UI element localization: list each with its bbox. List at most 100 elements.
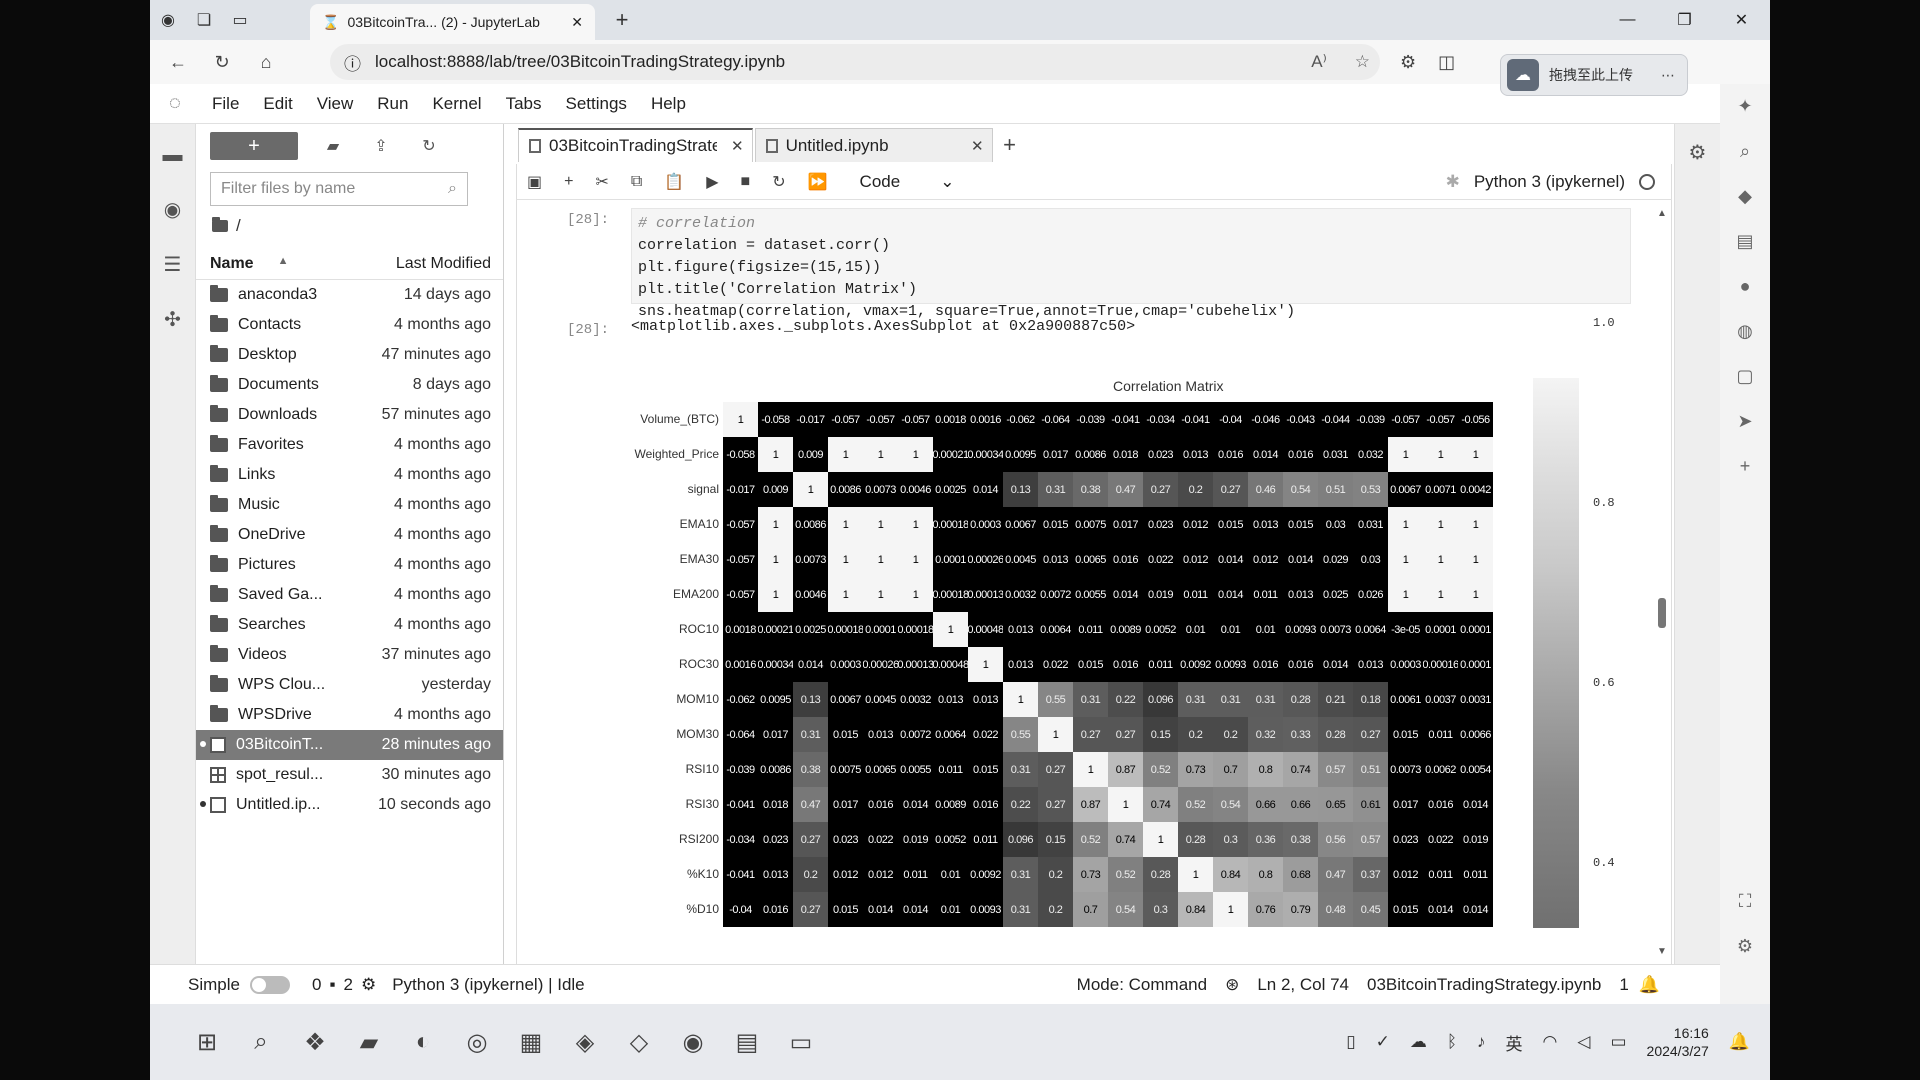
battery-icon[interactable]: ▭ <box>1610 1032 1626 1052</box>
games-icon[interactable]: ◍ <box>1737 321 1753 342</box>
browser-tab-active[interactable]: ⌛ 03BitcoinTra... (2) - JupyterLab ✕ <box>310 4 595 40</box>
file-explorer-icon[interactable]: ▰ <box>342 1015 396 1069</box>
microphone-icon[interactable]: ♪ <box>1477 1032 1486 1052</box>
split-screen-icon[interactable]: ◫ <box>1438 52 1455 73</box>
wifi-icon[interactable]: ◠ <box>1543 1032 1558 1052</box>
profile-icon[interactable]: ◉ <box>150 0 186 40</box>
cursor-position[interactable]: Ln 2, Col 74 <box>1257 975 1349 995</box>
outlook-icon[interactable]: ▢ <box>1736 366 1753 387</box>
close-icon[interactable]: ✕ <box>731 137 744 155</box>
start-windows-icon[interactable]: ⊞ <box>180 1015 234 1069</box>
user-icon[interactable]: ● <box>1740 276 1751 297</box>
close-tab-icon[interactable]: ✕ <box>571 14 583 31</box>
new-launcher-tab-button[interactable]: + <box>995 128 1025 162</box>
file-row[interactable]: Music 4 months ago <box>196 490 503 520</box>
menu-view[interactable]: View <box>305 94 366 114</box>
extensions-icon[interactable]: ⚙ <box>1400 52 1416 73</box>
check-icon[interactable]: ✓ <box>1376 1032 1390 1052</box>
kernel-name[interactable]: Python 3 (ipykernel) <box>1474 172 1625 192</box>
kernel-status[interactable]: Python 3 (ipykernel) | Idle <box>392 975 584 995</box>
paste-icon[interactable]: 📋 <box>664 172 684 192</box>
file-row[interactable]: Contacts 4 months ago <box>196 310 503 340</box>
add-icon[interactable]: + <box>1740 456 1751 477</box>
scroll-down-icon[interactable]: ▼ <box>1657 946 1667 957</box>
new-launcher-button[interactable]: + <box>210 132 298 160</box>
app-icon[interactable]: ◈ <box>558 1015 612 1069</box>
running-kernels-icon[interactable]: ◉ <box>164 197 181 222</box>
file-row[interactable]: WPSDrive 4 months ago <box>196 700 503 730</box>
home-icon[interactable]: ⌂ <box>244 42 288 82</box>
copilot-icon[interactable]: ✦ <box>1737 96 1752 117</box>
chrome-icon[interactable]: ◎ <box>450 1015 504 1069</box>
bug-icon[interactable]: ✱ <box>1446 172 1460 192</box>
settings-icon[interactable]: ⚙ <box>1737 936 1753 957</box>
notification-bell-icon[interactable]: 🔔 <box>1729 1032 1750 1052</box>
app-icon[interactable]: ◇ <box>612 1015 666 1069</box>
upload-icon[interactable]: ⇪ <box>368 136 394 156</box>
scroll-up-icon[interactable]: ▲ <box>1657 208 1667 219</box>
run-all-icon[interactable]: ⏩ <box>808 172 828 192</box>
file-row[interactable]: OneDrive 4 months ago <box>196 520 503 550</box>
bell-icon[interactable]: 🔔 <box>1639 975 1660 995</box>
edge-browser-icon[interactable]: ◐ <box>396 1015 450 1069</box>
menu-tabs[interactable]: Tabs <box>494 94 554 114</box>
back-icon[interactable]: ← <box>156 42 200 82</box>
tab-untitled[interactable]: Untitled.ipynb ✕ <box>754 128 993 162</box>
file-row[interactable]: spot_resul... 30 minutes ago <box>196 760 503 790</box>
folder-icon[interactable]: ▬ <box>163 144 183 167</box>
scroll-thumb[interactable] <box>1658 598 1666 628</box>
shopping-tag-icon[interactable]: ◆ <box>1738 186 1752 207</box>
search-icon[interactable]: ⌕ <box>1740 141 1750 162</box>
file-row[interactable]: Videos 37 minutes ago <box>196 640 503 670</box>
column-modified-header[interactable]: Last Modified <box>396 255 491 273</box>
cell-type-select[interactable]: Code ⌄ <box>860 172 955 192</box>
widgets-icon[interactable]: ❖ <box>288 1015 342 1069</box>
new-tab-button[interactable]: + <box>608 6 636 34</box>
file-row[interactable]: WPS Clou... yesterday <box>196 670 503 700</box>
file-row[interactable]: Saved Ga... 4 months ago <box>196 580 503 610</box>
file-row[interactable]: Links 4 months ago <box>196 460 503 490</box>
calculator-icon[interactable]: ▦ <box>504 1015 558 1069</box>
volume-icon[interactable]: ◁ <box>1577 1032 1590 1052</box>
file-row[interactable]: Downloads 57 minutes ago <box>196 400 503 430</box>
file-row[interactable]: Desktop 47 minutes ago <box>196 340 503 370</box>
toolbox-icon[interactable]: ▤ <box>1736 231 1753 252</box>
close-icon[interactable]: ✕ <box>971 137 984 155</box>
simple-mode-toggle[interactable] <box>249 975 290 994</box>
close-window-icon[interactable]: ✕ <box>1713 0 1770 40</box>
usb-icon[interactable]: ▯ <box>1346 1032 1355 1052</box>
restore-icon[interactable]: ❐ <box>1656 0 1713 40</box>
bluetooth-icon[interactable]: ᛒ <box>1447 1032 1457 1052</box>
file-row[interactable]: Searches 4 months ago <box>196 610 503 640</box>
notebook-scrollbar[interactable]: ▲ ▼ <box>1655 200 1669 964</box>
tab-03bitcoin[interactable]: 03BitcoinTradingStrategy.ip ✕ <box>518 128 753 162</box>
upload-extension-button[interactable]: ☁ 拖拽至此上传 ⋯ <box>1500 54 1688 96</box>
new-folder-icon[interactable]: ▰ <box>320 136 346 156</box>
collections-icon[interactable]: ❏ <box>186 0 222 40</box>
more-menu-icon[interactable]: ⋯ <box>1661 67 1675 84</box>
copy-icon[interactable]: ⧉ <box>631 173 642 191</box>
menu-help[interactable]: Help <box>639 94 698 114</box>
run-icon[interactable]: ▶ <box>706 172 718 192</box>
anaconda-icon[interactable]: ◉ <box>666 1015 720 1069</box>
menu-run[interactable]: Run <box>365 94 420 114</box>
file-row[interactable]: Pictures 4 months ago <box>196 550 503 580</box>
property-inspector-icon[interactable]: ⚙ <box>1689 140 1707 964</box>
reload-icon[interactable]: ↻ <box>200 42 244 82</box>
url-field[interactable]: ⓘ localhost:8888/lab/tree/03BitcoinTradi… <box>330 44 1380 80</box>
minimize-icon[interactable]: — <box>1599 0 1656 40</box>
file-row[interactable]: Untitled.ip... 10 seconds ago <box>196 790 503 820</box>
insert-cell-icon[interactable]: + <box>564 173 573 191</box>
clock[interactable]: 16:16 2024/3/27 <box>1647 1024 1709 1060</box>
menu-edit[interactable]: Edit <box>251 94 304 114</box>
code-cell-editor[interactable]: # correlation correlation = dataset.corr… <box>631 208 1631 320</box>
menu-settings[interactable]: Settings <box>554 94 639 114</box>
restart-icon[interactable]: ↻ <box>772 172 785 192</box>
send-icon[interactable]: ➤ <box>1737 411 1752 432</box>
ime-indicator[interactable]: 英 <box>1506 1030 1523 1055</box>
read-aloud-icon[interactable]: A⁾ <box>1311 52 1327 72</box>
file-row[interactable]: Favorites 4 months ago <box>196 430 503 460</box>
breadcrumb[interactable]: / <box>212 216 503 236</box>
menu-file[interactable]: File <box>200 94 251 114</box>
file-row[interactable]: Documents 8 days ago <box>196 370 503 400</box>
